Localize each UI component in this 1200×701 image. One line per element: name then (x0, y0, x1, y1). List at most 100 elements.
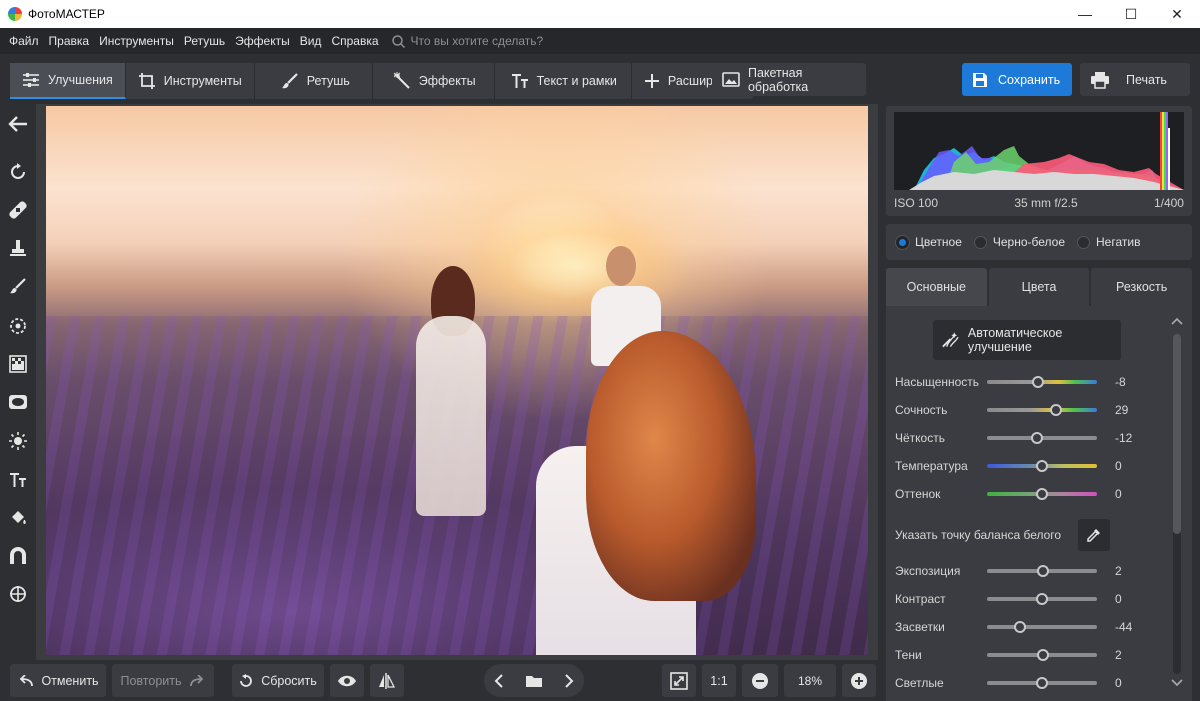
settings-scrollbar[interactable] (1170, 312, 1184, 692)
undo-icon (20, 674, 34, 686)
tab-tools[interactable]: Инструменты (126, 63, 255, 99)
scroll-thumb[interactable] (1173, 334, 1181, 534)
actual-size-button[interactable]: 1:1 (702, 664, 736, 697)
chevron-left-icon[interactable] (494, 673, 504, 688)
slider-track[interactable] (987, 621, 1097, 633)
slider-track[interactable] (987, 460, 1097, 472)
photo-preview[interactable] (46, 106, 868, 655)
print-button[interactable]: Печать (1080, 63, 1190, 96)
folder-icon[interactable] (525, 674, 543, 688)
reset-button[interactable]: Сбросить (232, 664, 324, 697)
menu-edit[interactable]: Правка (44, 34, 95, 48)
slider-track[interactable] (987, 593, 1097, 605)
auto-enhance-button[interactable]: Автоматическое улучшение (933, 320, 1121, 360)
tab-colors[interactable]: Цвета (988, 268, 1090, 306)
slider-thumb[interactable] (1036, 593, 1048, 605)
slider-thumb[interactable] (1014, 621, 1026, 633)
slider-track[interactable] (987, 677, 1097, 689)
canvas-area[interactable] (36, 104, 878, 660)
brush-icon[interactable] (6, 274, 30, 298)
slider-track[interactable] (987, 649, 1097, 661)
undo-button[interactable]: Отменить (10, 664, 106, 697)
menu-file[interactable]: Файл (4, 34, 44, 48)
slider-thumb[interactable] (1036, 488, 1048, 500)
menu-effects[interactable]: Эффекты (230, 34, 295, 48)
scroll-down-icon[interactable] (1170, 678, 1184, 688)
slider-value: 2 (1115, 564, 1122, 578)
maximize-button[interactable]: ☐ (1108, 0, 1154, 28)
photo-woman-dress (416, 316, 486, 516)
preview-toggle-button[interactable] (330, 664, 364, 697)
vignette-icon[interactable] (6, 390, 30, 414)
tab-label: Улучшения (48, 73, 113, 87)
save-button[interactable]: Сохранить (962, 63, 1072, 96)
menu-tools[interactable]: Инструменты (94, 34, 179, 48)
search-icon (391, 34, 405, 48)
tab-enhancements[interactable]: Улучшения (10, 63, 126, 99)
menu-retouch[interactable]: Ретушь (179, 34, 230, 48)
tab-retouch[interactable]: Ретушь (255, 63, 373, 99)
zoom-out-button[interactable] (742, 664, 778, 697)
slider-track[interactable] (987, 404, 1097, 416)
slider-track[interactable] (987, 432, 1097, 444)
slider-value: 0 (1115, 487, 1122, 501)
slider-thumb[interactable] (1050, 404, 1063, 416)
rotate-icon[interactable] (6, 160, 30, 184)
minimize-button[interactable]: — (1062, 0, 1108, 28)
scroll-up-icon[interactable] (1170, 316, 1184, 326)
fit-screen-button[interactable] (662, 664, 696, 697)
menu-search[interactable]: Что вы хотите сделать? (391, 34, 543, 48)
slider-thumb[interactable] (1030, 432, 1043, 444)
tab-effects[interactable]: Эффекты (373, 63, 495, 99)
sun-icon[interactable] (6, 429, 30, 453)
slider-track[interactable] (987, 565, 1097, 577)
tab-sharpness[interactable]: Резкость (1091, 268, 1193, 306)
slider-thumb[interactable] (1036, 677, 1048, 689)
slider-value: -44 (1115, 620, 1133, 634)
slider-value: 29 (1115, 403, 1129, 417)
slider-highlights: Засветки -44 (895, 617, 1165, 637)
mode-color-radio[interactable]: Цветное (896, 235, 962, 249)
zoom-in-button[interactable] (842, 664, 876, 697)
app-title: ФотоМАСТЕР (28, 7, 105, 21)
chevron-right-icon[interactable] (564, 673, 574, 688)
menu-view[interactable]: Вид (295, 34, 327, 48)
images-icon (722, 71, 740, 87)
redo-button[interactable]: Повторить (112, 664, 214, 697)
tab-text-frames[interactable]: Текст и рамки (495, 63, 632, 99)
batch-label: Пакетная обработка (747, 65, 809, 94)
slider-thumb[interactable] (1036, 460, 1048, 472)
text-icon[interactable] (6, 468, 30, 492)
redo-label: Повторить (120, 673, 182, 688)
fill-bucket-icon[interactable] (6, 506, 30, 530)
compare-button[interactable] (370, 664, 404, 697)
slider-track[interactable] (987, 376, 1097, 388)
white-balance-picker-button[interactable] (1078, 519, 1110, 551)
slider-track[interactable] (987, 488, 1097, 500)
stamp-icon[interactable] (6, 236, 30, 260)
tab-label: Ретушь (306, 74, 350, 88)
bandage-icon[interactable] (6, 198, 30, 222)
print-label: Печать (1126, 72, 1167, 87)
slider-value: 0 (1115, 676, 1122, 690)
mode-bw-radio[interactable]: Черно-белое (973, 235, 1065, 249)
gradient-icon[interactable] (6, 352, 30, 376)
crosshair-icon[interactable] (6, 582, 30, 606)
white-balance-label: Указать точку баланса белого (895, 528, 1062, 542)
close-button[interactable]: ✕ (1154, 0, 1200, 28)
batch-processing-button[interactable]: Пакетная обработка (712, 63, 866, 96)
target-icon[interactable] (6, 314, 30, 338)
menu-bar: Файл Правка Инструменты Ретушь Эффекты В… (0, 28, 1200, 54)
right-panel: ISO 100 35 mm f/2.5 1/400 Цветное Черно-… (878, 104, 1200, 701)
plus-icon (644, 74, 659, 88)
magnet-icon[interactable] (6, 544, 30, 568)
slider-thumb[interactable] (1037, 565, 1050, 577)
tab-basic[interactable]: Основные (886, 268, 987, 306)
back-arrow-icon[interactable] (6, 112, 30, 136)
slider-thumb[interactable] (1037, 649, 1050, 661)
mode-negative-radio[interactable]: Негатив (1077, 235, 1140, 249)
bottom-bar: Отменить Повторить Сбросить 1:1 18% (0, 660, 880, 701)
settings-tabs: Основные Цвета Резкость (886, 268, 1193, 306)
menu-help[interactable]: Справка (326, 34, 383, 48)
slider-thumb[interactable] (1031, 376, 1044, 388)
